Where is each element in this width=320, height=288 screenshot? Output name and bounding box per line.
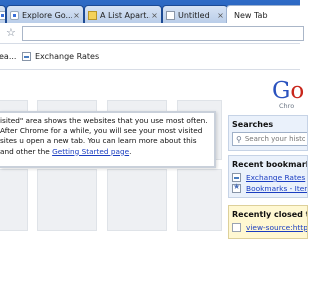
recently-closed-item[interactable]: view-source:http:/: [229, 222, 307, 233]
getting-started-link[interactable]: Getting Started page: [52, 147, 129, 156]
google-chrome-logo: Go: [272, 79, 304, 103]
page-favicon-icon: [232, 223, 241, 232]
close-icon[interactable]: ×: [150, 11, 159, 20]
recent-bookmark-item[interactable]: Bookmarks - Items (": [229, 182, 307, 194]
tab-a-list-apart[interactable]: A List Apart... ×: [84, 5, 162, 23]
recent-bookmark-link[interactable]: Exchange Rates: [246, 173, 305, 182]
recently-closed-panel: Recently closed ta view-source:http:/: [228, 205, 308, 239]
star-icon[interactable]: ☆: [6, 27, 16, 39]
bookmark-exchange-rates[interactable]: Exchange Rates: [22, 52, 99, 61]
search-icon: ⚲: [236, 134, 242, 144]
recently-closed-title: Recently closed ta: [232, 210, 307, 219]
most-visited-thumbnail[interactable]: [177, 169, 222, 231]
exchange-rates-icon: [232, 173, 241, 182]
recent-bookmark-link[interactable]: Bookmarks - Items (": [246, 184, 307, 193]
bookmark-bar-item[interactable]: ea...: [0, 52, 16, 61]
toolbar: ☆: [0, 23, 304, 44]
logo-subtitle: Chro: [279, 102, 295, 110]
recently-closed-link[interactable]: view-source:http:/: [246, 223, 307, 232]
most-visited-thumbnail[interactable]: [0, 169, 28, 231]
bookmark-bar: ea... Exchange Rates: [0, 44, 300, 70]
tab-explore-google[interactable]: Explore Go... ×: [6, 5, 84, 23]
close-icon[interactable]: ×: [216, 11, 225, 20]
logo-letter: o: [290, 78, 305, 104]
history-search-input[interactable]: [244, 135, 305, 143]
bookmark-label: ea...: [0, 52, 17, 61]
searches-title: Searches: [232, 120, 274, 129]
tab-strip: Explore Go... × A List Apart... × Untitl…: [0, 0, 300, 23]
searches-panel: Searches ⚲: [228, 115, 308, 151]
tab-label: New Tab: [234, 10, 268, 20]
google-favicon-icon: [10, 10, 19, 20]
close-icon[interactable]: ×: [72, 11, 81, 20]
exchange-rates-icon: [22, 52, 31, 61]
recent-bookmark-item[interactable]: Exchange Rates: [229, 172, 307, 183]
tab-new-tab[interactable]: New Tab: [226, 5, 300, 23]
new-tab-page: isited" area shows the websites that you…: [0, 71, 308, 288]
tab-untitled[interactable]: Untitled ×: [162, 5, 228, 23]
tab-label: Explore Go...: [22, 10, 72, 20]
address-bar[interactable]: [22, 26, 304, 41]
most-visited-thumbnail[interactable]: [37, 169, 97, 231]
most-visited-notice: isited" area shows the websites that you…: [0, 111, 216, 168]
document-favicon-icon: [88, 10, 97, 20]
bookmark-label: Exchange Rates: [35, 52, 100, 61]
tab-label: Untitled: [178, 10, 210, 20]
history-search-box[interactable]: ⚲: [232, 132, 307, 146]
most-visited-thumbnail[interactable]: [107, 169, 167, 231]
bookmark-star-icon: [232, 182, 241, 193]
page-favicon-icon: [166, 10, 175, 20]
notice-suffix: .: [129, 146, 132, 156]
logo-letter: G: [272, 78, 291, 104]
recent-bookmarks-panel: Recent bookmarks Exchange Rates Bookmark…: [228, 155, 308, 198]
recent-bookmarks-title: Recent bookmarks: [232, 160, 307, 169]
tab-label: A List Apart...: [100, 10, 150, 20]
